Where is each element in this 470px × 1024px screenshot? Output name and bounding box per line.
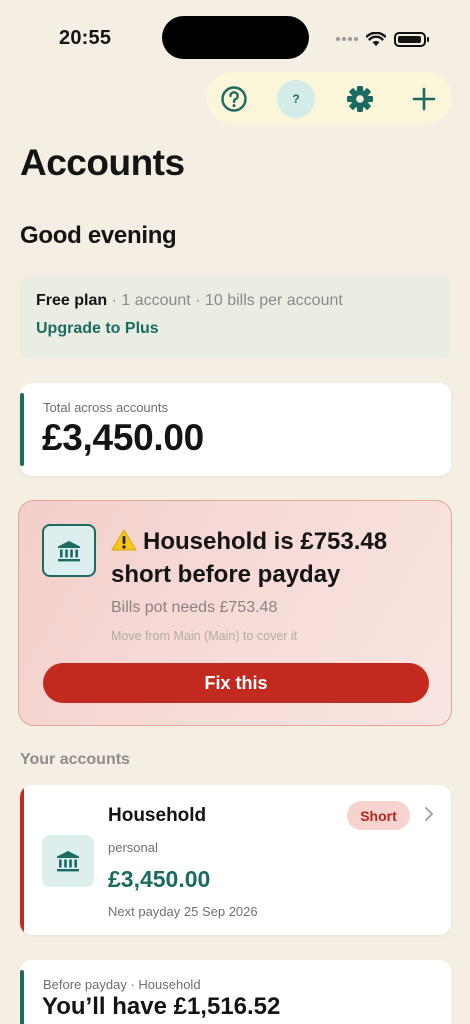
dynamic-island [162,16,309,59]
forecast-label: Before payday · Household [43,977,201,992]
wifi-icon [366,31,386,46]
greeting: Good evening [20,222,177,249]
help-circle-icon [221,86,247,112]
plan-meta: · 1 account · 10 bills per account [107,292,343,309]
avatar: ? [277,80,315,118]
profile-button[interactable]: ? [277,80,315,118]
plan-card: Free plan · 1 account · 10 bills per acc… [20,276,451,358]
bank-icon [57,851,79,872]
status-time: 20:55 [59,27,112,49]
total-card: Total across accounts £3,450.00 [20,383,451,476]
shortfall-alert-card: Household is £753.48 short before payday… [18,500,452,726]
top-toolbar: ? [206,72,452,124]
forecast-value: You’ll have £1,516.52 [42,993,281,1020]
status-badge: Short [347,801,410,830]
gear-icon [347,86,373,112]
alert-title: Household is £753.48 short before payday [111,525,431,591]
plan-line: Free plan · 1 account · 10 bills per acc… [36,292,435,310]
alert-account-icon-box [42,524,96,577]
upgrade-link[interactable]: Upgrade to Plus [36,320,435,338]
page-title: Accounts [20,142,185,183]
alert-title-text: Household is £753.48 short before payday [111,528,388,588]
add-button[interactable] [405,80,443,118]
account-name: Household [108,805,207,826]
account-balance: £3,450.00 [108,866,211,892]
warning-icon [111,529,137,551]
plan-name: Free plan [36,292,108,309]
chevron-right-icon [425,807,433,821]
total-value: £3,450.00 [42,417,204,458]
alert-subtitle: Bills pot needs £753.48 [111,599,278,616]
total-accent-bar [20,393,24,466]
signal-icon [336,37,358,41]
account-status-bar [20,785,24,935]
battery-icon [394,31,429,47]
total-label: Total across accounts [43,400,169,415]
account-icon-box [42,835,94,887]
section-your-accounts: Your accounts [20,751,130,768]
forecast-accent-bar [20,970,24,1024]
help-button[interactable] [215,80,253,118]
forecast-card[interactable]: Before payday · Household You’ll have £1… [20,960,451,1024]
alert-hint: Move from Main (Main) to cover it [111,629,298,643]
fix-this-button[interactable]: Fix this [43,663,429,703]
settings-button[interactable] [341,80,379,118]
bank-icon [58,540,80,561]
account-next-payday: Next payday 25 Sep 2026 [108,904,258,919]
plus-icon [412,87,436,111]
account-card-household[interactable]: Household personal £3,450.00 Next payday… [20,785,451,935]
battery-level [398,35,421,43]
status-bar: 20:55 [0,0,470,60]
account-type: personal [108,840,158,855]
status-icons [336,29,429,49]
